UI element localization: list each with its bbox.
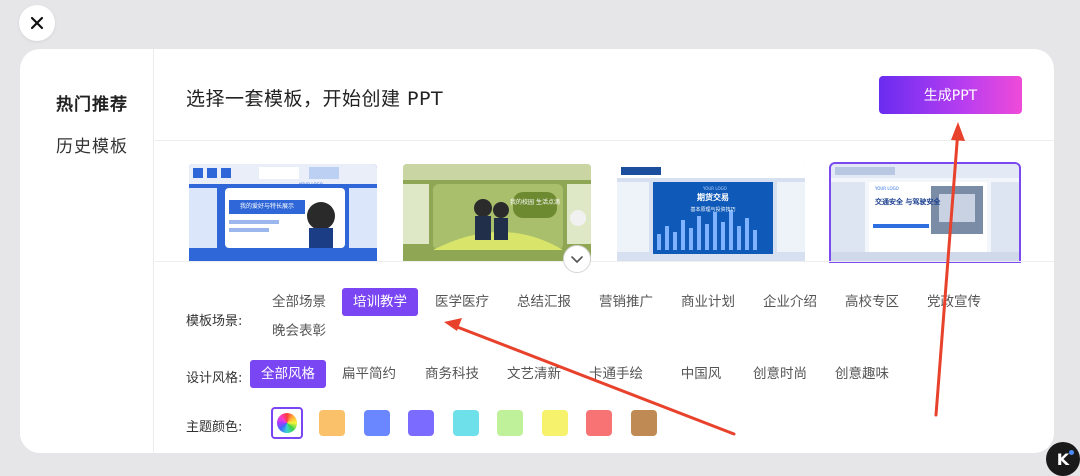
brand-logo: K [1046, 442, 1080, 476]
template-2-title: 我的校园 生活点滴 [510, 198, 560, 206]
template-card-3[interactable]: 期货交易 基本原理与投资技巧 YOUR LOGO [617, 164, 805, 261]
header: 选择一套模板，开始创建 PPT 生成PPT [155, 49, 1054, 141]
style-option-creative-fun[interactable]: 创意趣味 [830, 360, 894, 388]
template-preview-4: 交通安全 与驾驶安全 YOUR LOGO [831, 164, 1019, 261]
template-4-title: 交通安全 与驾驶安全 [875, 197, 941, 206]
template-3-logo: YOUR LOGO [702, 186, 727, 191]
scene-option-summary[interactable]: 总结汇报 [512, 288, 576, 316]
template-card-2[interactable]: 我的校园 生活点滴 [403, 164, 591, 261]
style-filter-label: 设计风格: [186, 371, 243, 386]
color-swatch-orange[interactable] [319, 410, 345, 436]
scene-option-all[interactable]: 全部场景 [267, 288, 331, 316]
scene-option-party[interactable]: 党政宣传 [922, 288, 986, 316]
template-3-title: 期货交易 [697, 192, 729, 202]
main-panel: 选择一套模板，开始创建 PPT 生成PPT 我的爱好与特长展示 YOUR LOG… [155, 49, 1054, 453]
chevron-down-icon [571, 256, 583, 263]
style-option-flat[interactable]: 扁平简约 [337, 360, 401, 388]
style-option-cartoon[interactable]: 卡通手绘 [584, 360, 648, 388]
page-title: 选择一套模板，开始创建 PPT [186, 88, 444, 110]
scene-option-university[interactable]: 高校专区 [840, 288, 904, 316]
close-button[interactable] [19, 5, 55, 41]
filter-panel: 模板场景: 全部场景 培训教学 医学医疗 总结汇报 营销推广 商业计划 企业介绍… [155, 261, 1054, 453]
color-swatch-light-green[interactable] [497, 410, 523, 436]
color-swatch-blue[interactable] [364, 410, 390, 436]
style-option-creative-fashion[interactable]: 创意时尚 [748, 360, 812, 388]
color-swatch-brown[interactable] [631, 410, 657, 436]
style-option-all[interactable]: 全部风格 [250, 360, 326, 388]
style-option-tech[interactable]: 商务科技 [420, 360, 484, 388]
template-preview-1: 我的爱好与特长展示 YOUR LOGO [189, 164, 377, 261]
template-1-title: 我的爱好与特长展示 [240, 202, 294, 210]
sidebar: 热门推荐 历史模板 [20, 49, 154, 453]
scene-filter-label: 模板场景: [186, 314, 243, 329]
template-card-1[interactable]: 我的爱好与特长展示 YOUR LOGO [189, 164, 377, 261]
color-wheel-icon [277, 413, 297, 433]
scene-option-company-intro[interactable]: 企业介绍 [758, 288, 822, 316]
generate-ppt-button[interactable]: 生成PPT [879, 76, 1022, 114]
sidebar-item-hot[interactable]: 热门推荐 [56, 90, 128, 115]
scene-option-medical[interactable]: 医学医疗 [430, 288, 494, 316]
color-option-all[interactable] [271, 407, 303, 439]
template-preview-2: 我的校园 生活点滴 [403, 164, 591, 261]
color-swatch-yellow[interactable] [542, 410, 568, 436]
template-preview-3: 期货交易 基本原理与投资技巧 YOUR LOGO [617, 164, 805, 261]
color-filter-label: 主题颜色: [186, 420, 243, 435]
template-1-logo: YOUR LOGO [298, 182, 323, 187]
style-option-chinese[interactable]: 中国风 [676, 360, 726, 388]
template-card-4[interactable]: 交通安全 与驾驶安全 YOUR LOGO [829, 162, 1021, 263]
scene-option-marketing[interactable]: 营销推广 [594, 288, 658, 316]
template-picker-modal: 热门推荐 历史模板 选择一套模板，开始创建 PPT 生成PPT 我的爱好与特长展… [20, 49, 1054, 453]
close-icon [30, 16, 44, 30]
template-gallery: 我的爱好与特长展示 YOUR LOGO 我的校园 生活点滴 期货交易 基本原理与… [155, 141, 1054, 273]
brand-logo-dot [1069, 450, 1074, 455]
template-4-logo: YOUR LOGO [874, 186, 899, 191]
brand-logo-glyph: K [1056, 449, 1070, 469]
color-swatch-purple[interactable] [408, 410, 434, 436]
scene-option-gala[interactable]: 晚会表彰 [267, 317, 331, 345]
scene-option-training[interactable]: 培训教学 [342, 288, 418, 316]
sidebar-item-history[interactable]: 历史模板 [56, 132, 128, 157]
expand-gallery-button[interactable] [563, 245, 591, 273]
color-swatch-red[interactable] [586, 410, 612, 436]
color-swatch-cyan[interactable] [453, 410, 479, 436]
template-3-subtitle: 基本原理与投资技巧 [690, 206, 735, 213]
scene-option-business-plan[interactable]: 商业计划 [676, 288, 740, 316]
style-option-fresh[interactable]: 文艺清新 [502, 360, 566, 388]
